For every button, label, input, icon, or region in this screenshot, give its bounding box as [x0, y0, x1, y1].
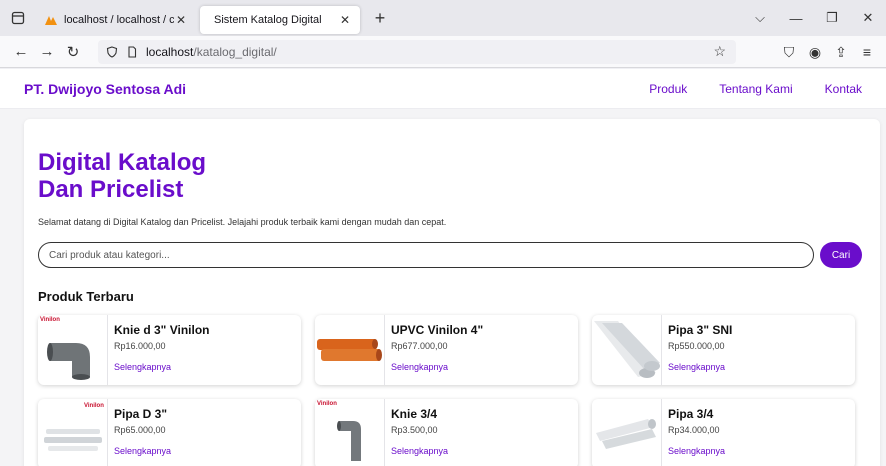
product-image[interactable]: Vinilon — [315, 399, 385, 466]
page-icon — [128, 46, 137, 58]
product-name: UPVC Vinilon 4" — [391, 323, 484, 337]
product-detail-link[interactable]: Selengkapnya — [668, 446, 725, 456]
product-card[interactable]: Vinilon Pipa D 3" Rp65.000,00 Selengkapn… — [38, 399, 301, 466]
product-detail-link[interactable]: Selengkapnya — [114, 446, 171, 456]
product-image[interactable]: Vinilon — [38, 399, 108, 466]
pocket-icon[interactable]: ⛉ — [776, 44, 802, 61]
phpmyadmin-icon — [45, 16, 57, 25]
close-tab-icon[interactable]: ✕ — [174, 13, 188, 27]
browser-nav-bar: ← → ↻ localhost/katalog_digital/ ☆ ⛉ ◉ ⇪… — [0, 36, 886, 68]
chevron-down-icon[interactable]: ⌵ — [742, 10, 778, 26]
brand-logo: Vinilon — [317, 401, 337, 407]
product-detail-link[interactable]: Selengkapnya — [391, 446, 448, 456]
product-card[interactable]: UPVC Vinilon 4" Rp677.000,00 Selengkapny… — [315, 315, 578, 385]
product-detail-link[interactable]: Selengkapnya — [114, 362, 209, 372]
reload-icon[interactable]: ↻ — [60, 43, 86, 61]
product-image[interactable] — [592, 315, 662, 385]
white-pipes-stack-image — [44, 429, 102, 451]
product-card[interactable]: Vinilon Knie d 3" Vinilon Rp16.000,00 Se… — [38, 315, 301, 385]
minimize-icon[interactable]: — — [778, 11, 814, 26]
nav-link-produk[interactable]: Produk — [649, 82, 687, 96]
product-detail-link[interactable]: Selengkapnya — [668, 362, 732, 372]
product-info: UPVC Vinilon 4" Rp677.000,00 Selengkapny… — [385, 315, 483, 385]
search-button[interactable]: Cari — [820, 242, 862, 268]
toolbar-right: ⛉ ◉ ⇪ ≡ — [776, 36, 880, 68]
product-price: Rp34.000,00 — [668, 425, 720, 435]
product-price: Rp3.500,00 — [391, 425, 438, 435]
close-tab-icon[interactable]: ✕ — [338, 13, 352, 27]
elbow-image — [337, 421, 361, 461]
restore-icon[interactable]: ❐ — [814, 10, 850, 26]
main-container: Digital Katalog Dan Pricelist Selamat da… — [24, 119, 880, 466]
browser-tab-phpmyadmin[interactable]: localhost / localhost / catalog_ ✕ — [36, 6, 196, 34]
menu-icon[interactable]: ≡ — [854, 44, 880, 60]
product-image[interactable]: Vinilon — [38, 315, 108, 385]
product-info: Pipa 3/4 Rp34.000,00 Selengkapnya — [662, 399, 725, 466]
site-brand[interactable]: PT. Dwijoyo Sentosa Adi — [24, 81, 186, 97]
orange-pipes-image — [317, 339, 382, 361]
close-window-icon[interactable]: ✕ — [850, 10, 886, 26]
site-nav: Produk Tentang Kami Kontak — [617, 82, 862, 96]
white-pipes-image — [596, 419, 656, 449]
browser-tab-bar: localhost / localhost / catalog_ ✕ Siste… — [0, 0, 886, 36]
product-name: Knie d 3" Vinilon — [114, 323, 210, 337]
product-name: Pipa 3/4 — [668, 407, 714, 421]
section-title: Produk Terbaru — [38, 289, 134, 304]
nav-link-tentang-kami[interactable]: Tentang Kami — [719, 82, 792, 96]
product-image[interactable] — [315, 315, 385, 385]
bookmark-star-icon[interactable]: ☆ — [713, 43, 726, 60]
product-price: Rp677.000,00 — [391, 341, 448, 351]
product-info: Pipa 3" SNI Rp550.000,00 Selengkapnya — [662, 315, 732, 385]
site-header: PT. Dwijoyo Sentosa Adi Produk Tentang K… — [0, 69, 886, 109]
shield-icon — [106, 46, 118, 58]
extensions-icon[interactable]: ◉ — [802, 44, 828, 61]
back-icon[interactable]: ← — [8, 43, 34, 60]
window-controls: ⌵ — ❐ ✕ — [742, 0, 886, 36]
brand-logo: Vinilon — [84, 403, 104, 409]
product-info: Knie d 3" Vinilon Rp16.000,00 Selengkapn… — [108, 315, 209, 385]
hero-title-line2: Dan Pricelist — [38, 176, 184, 203]
elbow-image — [47, 343, 90, 380]
forward-icon[interactable]: → — [34, 43, 60, 60]
hero-title-line1: Digital Katalog — [38, 149, 207, 176]
tab-list-button[interactable] — [0, 0, 36, 36]
product-info: Pipa D 3" Rp65.000,00 Selengkapnya — [108, 399, 171, 466]
url-host: localhost — [146, 45, 194, 59]
hero-description: Selamat datang di Digital Katalog dan Pr… — [38, 217, 447, 227]
product-price: Rp65.000,00 — [114, 425, 166, 435]
nav-link-kontak[interactable]: Kontak — [825, 82, 862, 96]
white-pipes-image — [594, 321, 660, 378]
browser-tab-katalog[interactable]: Sistem Katalog Digital ✕ — [200, 6, 360, 34]
tab-label: localhost / localhost / catalog_ — [64, 14, 174, 26]
web-page: PT. Dwijoyo Sentosa Adi Produk Tentang K… — [0, 69, 886, 466]
product-price: Rp16.000,00 — [114, 341, 166, 351]
tab-list-icon — [11, 11, 25, 25]
product-info: Knie 3/4 Rp3.500,00 Selengkapnya — [385, 399, 448, 466]
product-name: Pipa 3" SNI — [668, 323, 733, 337]
product-name: Knie 3/4 — [391, 407, 438, 421]
product-card[interactable]: Pipa 3" SNI Rp550.000,00 Selengkapnya — [592, 315, 855, 385]
product-card[interactable]: Vinilon Knie 3/4 Rp3.500,00 Selengkapnya — [315, 399, 578, 466]
tab-label: Sistem Katalog Digital — [214, 14, 322, 26]
product-image[interactable] — [592, 399, 662, 466]
url-bar[interactable]: localhost/katalog_digital/ ☆ — [98, 40, 736, 64]
new-tab-icon[interactable]: + — [366, 8, 394, 29]
hero-title: Digital Katalog Dan Pricelist — [38, 149, 298, 203]
share-icon[interactable]: ⇪ — [828, 44, 854, 61]
brand-logo: Vinilon — [40, 317, 60, 323]
product-detail-link[interactable]: Selengkapnya — [391, 362, 483, 372]
product-name: Pipa D 3" — [114, 407, 168, 421]
product-price: Rp550.000,00 — [668, 341, 725, 351]
product-card[interactable]: Pipa 3/4 Rp34.000,00 Selengkapnya — [592, 399, 855, 466]
search-input[interactable] — [38, 242, 814, 268]
url-path: /katalog_digital/ — [193, 45, 277, 59]
